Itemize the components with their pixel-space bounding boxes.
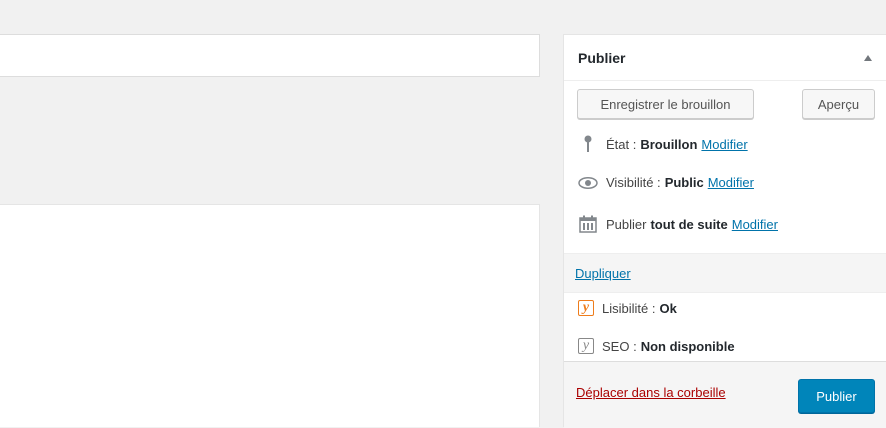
major-publishing-actions: Déplacer dans la corbeille Publier	[564, 361, 886, 428]
schedule-label: Publier	[606, 216, 647, 232]
post-title-input[interactable]	[0, 34, 540, 77]
duplicate-link[interactable]: Dupliquer	[575, 266, 631, 281]
post-status-row: État : Brouillon Modifier	[578, 135, 748, 153]
visibility-label: Visibilité :	[606, 175, 661, 190]
minor-publishing-actions: Enregistrer le brouillon Aperçu	[564, 81, 886, 131]
visibility-row: Visibilité : Public Modifier	[578, 175, 754, 190]
schedule-value: tout de suite	[650, 216, 728, 232]
calendar-icon	[578, 215, 598, 233]
seo-value: Non disponible	[640, 338, 735, 354]
post-status-label: État :	[606, 136, 637, 152]
visibility-value: Public	[664, 175, 704, 190]
seo-label: SEO :	[602, 338, 637, 354]
yoast-readability-icon: y	[578, 300, 594, 316]
eye-icon	[578, 176, 598, 189]
publish-metabox-title: Publier	[578, 49, 626, 66]
edit-status-link[interactable]: Modifier	[701, 137, 747, 152]
publish-button[interactable]: Publier	[798, 379, 875, 413]
edit-visibility-link[interactable]: Modifier	[708, 175, 754, 190]
seo-row: y SEO : Non disponible	[578, 338, 739, 354]
move-to-trash-link[interactable]: Déplacer dans la corbeille	[576, 385, 726, 400]
publish-metabox-header[interactable]: Publier	[564, 35, 886, 81]
edit-schedule-link[interactable]: Modifier	[732, 217, 778, 232]
post-content-editor[interactable]	[0, 204, 540, 427]
readability-row: y Lisibilité : Ok	[578, 300, 681, 316]
duplicate-row: Dupliquer	[564, 253, 886, 293]
readability-value: Ok	[659, 300, 677, 316]
yoast-seo-icon: y	[578, 338, 594, 354]
publish-schedule-row: Publier tout de suite Modifier	[578, 215, 778, 233]
save-draft-button[interactable]: Enregistrer le brouillon	[577, 89, 754, 119]
readability-label: Lisibilité :	[602, 300, 656, 316]
preview-button[interactable]: Aperçu	[802, 89, 875, 119]
post-status-value: Brouillon	[640, 136, 698, 152]
pin-icon	[578, 135, 598, 153]
collapse-toggle-icon[interactable]	[864, 54, 872, 61]
publish-metabox: Publier Enregistrer le brouillon Aperçu …	[563, 34, 886, 428]
